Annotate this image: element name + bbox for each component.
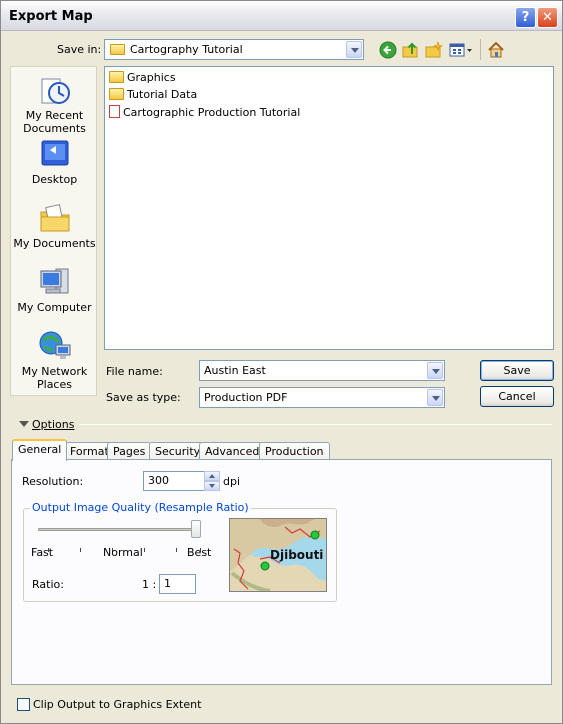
help-button[interactable]: ?: [515, 7, 536, 28]
list-item[interactable]: Cartographic Production Tutorial: [109, 105, 300, 121]
file-name-label: Cartographic Production Tutorial: [123, 106, 301, 119]
file-list[interactable]: Graphics Tutorial Data Cartographic Prod…: [104, 66, 554, 350]
ratio-input[interactable]: 1: [159, 574, 196, 594]
output-quality-group: Output Image Quality (Resample Ratio) Fa…: [23, 501, 337, 602]
resolution-value[interactable]: 300: [148, 474, 169, 487]
output-quality-title: Output Image Quality (Resample Ratio): [30, 501, 251, 514]
place-network[interactable]: My Network Places: [11, 329, 98, 391]
place-label: Desktop: [31, 173, 78, 186]
general-tab-panel: Resolution: 300 dpi Output Image Quality…: [11, 459, 552, 685]
place-recent-documents[interactable]: My Recent Documents: [11, 73, 98, 135]
tab-general[interactable]: General: [12, 439, 68, 461]
quality-slider-thumb[interactable]: [191, 520, 201, 538]
options-divider: [79, 424, 552, 425]
save-in-combo[interactable]: Cartography Tutorial: [104, 39, 364, 60]
ratio-prefix: 1 :: [142, 578, 157, 591]
map-preview: Djibouti: [229, 518, 327, 592]
slider-tick: [176, 548, 177, 552]
folder-icon: [109, 71, 124, 83]
chevron-down-icon[interactable]: [427, 389, 443, 406]
up-folder-icon[interactable]: [402, 41, 420, 59]
export-map-dialog: Export Map ? ✕ Save in: Cartography Tuto…: [0, 0, 563, 724]
place-my-computer[interactable]: My Computer: [11, 265, 98, 314]
folder-icon: [109, 88, 124, 100]
save-button[interactable]: Save: [480, 360, 554, 381]
slider-label-normal: Normal: [103, 546, 143, 559]
resolution-stepper[interactable]: [204, 471, 220, 491]
spin-down-icon[interactable]: [204, 481, 220, 491]
save-as-type-label: Save as type:: [106, 391, 181, 404]
places-bar: My Recent Documents Desktop My Documents…: [10, 66, 97, 396]
resolution-unit: dpi: [223, 475, 241, 488]
title-bar[interactable]: Export Map ? ✕: [1, 1, 562, 31]
tab-production[interactable]: Production: [259, 442, 330, 460]
file-name-field-label: File name:: [106, 365, 163, 378]
slider-tick: [80, 548, 81, 552]
tab-pages[interactable]: Pages: [107, 442, 152, 460]
map-place-label: Djibouti: [270, 548, 324, 562]
save-as-type-value: Production PDF: [204, 391, 288, 404]
clip-output-label[interactable]: Clip Output to Graphics Extent: [33, 698, 201, 711]
file-name-label: Graphics: [127, 71, 176, 84]
file-name-value[interactable]: Austin East: [204, 364, 266, 377]
save-in-value: Cartography Tutorial: [130, 43, 243, 56]
ratio-label: Ratio:: [32, 578, 64, 591]
my-computer-icon: [38, 265, 72, 299]
slider-label-fast: Fast: [31, 546, 54, 559]
list-item[interactable]: Graphics: [109, 71, 176, 87]
close-button[interactable]: ✕: [537, 7, 558, 28]
resolution-input[interactable]: 300: [143, 471, 205, 491]
tab-advanced[interactable]: Advanced: [199, 442, 266, 460]
network-places-icon: [38, 329, 72, 363]
place-label: My Documents: [13, 237, 96, 250]
chevron-down-icon[interactable]: [346, 41, 362, 58]
cancel-button[interactable]: Cancel: [480, 386, 554, 407]
place-my-documents[interactable]: My Documents: [11, 201, 98, 250]
back-icon[interactable]: [379, 41, 397, 59]
list-item[interactable]: Tutorial Data: [109, 88, 197, 104]
ratio-value[interactable]: 1: [164, 577, 171, 590]
quality-slider-track[interactable]: [38, 528, 198, 531]
toolbar-separator: [480, 39, 481, 60]
file-name-label: Tutorial Data: [127, 88, 198, 101]
tab-security[interactable]: Security: [149, 442, 207, 460]
clip-output-checkbox[interactable]: [17, 698, 30, 711]
recent-documents-icon: [38, 73, 72, 107]
place-desktop[interactable]: Desktop: [11, 137, 98, 186]
place-label: My Recent Documents: [23, 109, 86, 135]
pdf-file-icon: [109, 105, 120, 118]
options-toggle[interactable]: Options: [19, 418, 74, 432]
home-icon[interactable]: [487, 41, 505, 59]
dialog-title: Export Map: [9, 9, 93, 24]
resolution-label: Resolution:: [22, 475, 84, 488]
my-documents-icon: [38, 201, 72, 235]
folder-icon: [110, 44, 125, 55]
slider-tick: [144, 548, 145, 552]
new-folder-icon[interactable]: [425, 41, 443, 59]
save-as-type-select[interactable]: Production PDF: [199, 387, 445, 408]
spin-up-icon[interactable]: [204, 471, 220, 481]
save-in-label: Save in:: [57, 43, 102, 56]
desktop-icon: [38, 137, 72, 171]
file-name-combo[interactable]: Austin East: [199, 360, 445, 381]
options-chevron-icon: [19, 421, 29, 427]
place-label: My Computer: [17, 301, 92, 314]
chevron-down-icon[interactable]: [427, 362, 443, 379]
place-label: My Network Places: [21, 365, 88, 391]
views-menu-icon[interactable]: [449, 41, 475, 59]
slider-label-best: Best: [187, 546, 212, 559]
options-label: Options: [32, 418, 75, 431]
